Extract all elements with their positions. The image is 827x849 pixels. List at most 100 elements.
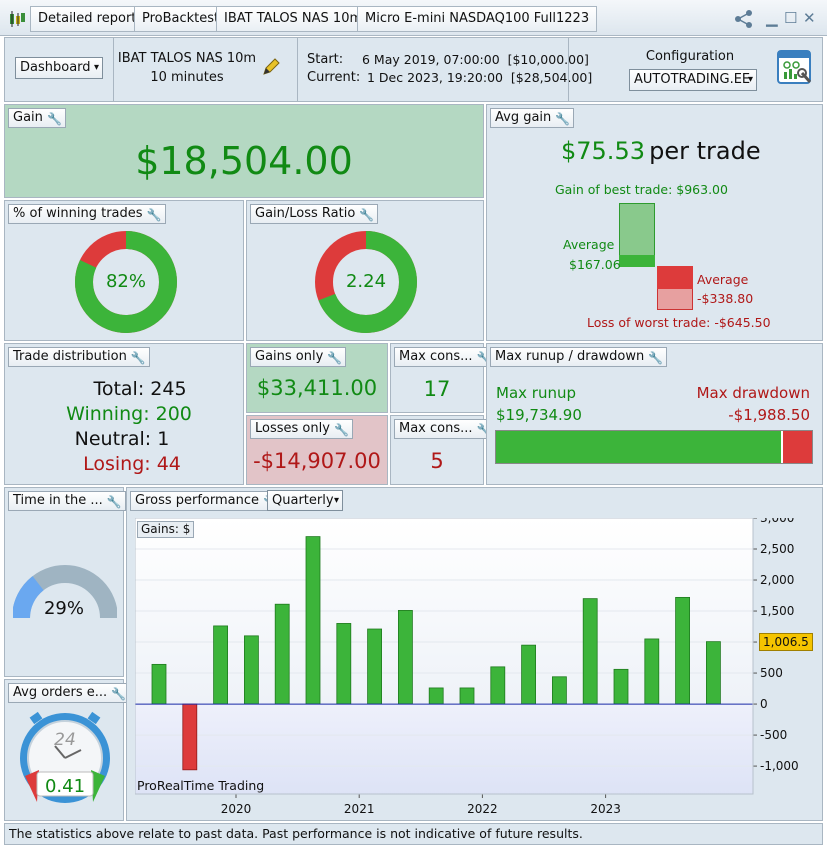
configuration-label: Configuration [645, 49, 735, 64]
max-drawdown-label: Max drawdown [696, 384, 810, 402]
gain-loss-ratio-panel: Gain/Loss Ratio 🔧 2.24 [246, 200, 484, 341]
max-cons-win-panel: Max cons... 🔧 17 [390, 343, 496, 413]
wrench-icon[interactable]: 🔧 [359, 206, 374, 224]
gains-only-title-label: Gains only [255, 349, 324, 364]
chart-bar-2022-q3 [551, 676, 567, 705]
chart-bar-2019-q2 [151, 663, 167, 705]
avg-orders-value: 0.41 [44, 776, 86, 797]
avg-gain-title[interactable]: Avg gain 🔧 [490, 108, 575, 128]
gain-loss-ratio-title[interactable]: Gain/Loss Ratio 🔧 [250, 204, 379, 224]
max-runup-label: Max runup [496, 384, 576, 402]
runup-drawdown-title[interactable]: Max runup / drawdown 🔧 [490, 347, 668, 367]
view-select[interactable]: Dashboard ▾ [15, 57, 103, 79]
trade-distribution-panel: Trade distribution 🔧 Total: 245 Winning: … [4, 343, 244, 485]
maximize-icon[interactable]: ☐ [784, 9, 797, 27]
gains-only-value: $33,411.00 [256, 376, 378, 400]
gross-performance-title[interactable]: Gross performance🔧 [130, 491, 283, 511]
trade-neutral: Neutral: 1 [74, 428, 170, 450]
winning-trades-title[interactable]: % of winning trades 🔧 [8, 204, 166, 224]
gain-title-label: Gain [13, 110, 43, 125]
wrench-icon[interactable]: 🔧 [107, 493, 122, 511]
gross-performance-panel: Gross performance🔧 Quarterly ▾ 3,000 2,50… [126, 487, 823, 821]
wrench-icon[interactable]: 🔧 [47, 110, 62, 128]
app-chart-icon [8, 10, 26, 28]
losses-only-title-label: Losses only [255, 421, 330, 436]
y-tick-label: 3,000 [760, 518, 794, 525]
avg-loss-label: Average [697, 272, 749, 287]
edit-pencil-icon[interactable] [261, 57, 281, 77]
chart-bar-2022-q4 [582, 598, 598, 705]
trade-distribution-title[interactable]: Trade distribution 🔧 [8, 347, 150, 367]
chart-bar-2020-q2 [274, 603, 290, 705]
configuration-select[interactable]: AUTOTRADING.EE ▾ [629, 69, 757, 91]
configuration-settings-icon[interactable] [776, 49, 814, 87]
chart-bar-2019-q4 [213, 625, 228, 705]
avg-win-label: Average [563, 237, 615, 252]
gains-axis-label: Gains: $ [137, 521, 195, 538]
tab-detailed-report[interactable]: Detailed report [30, 6, 145, 32]
dial-number: 24 [54, 730, 76, 750]
trade-losing: Losing: 44 [83, 453, 181, 475]
chart-bar-2021-q3 [428, 687, 444, 705]
max-cons-loss-title-label: Max cons... [399, 421, 473, 436]
chevron-down-icon: ▾ [747, 74, 753, 85]
x-tick-label: 2021 [344, 802, 375, 816]
avg-win-value: $167.06 [569, 257, 621, 272]
wrench-icon[interactable]: 🔧 [648, 349, 663, 367]
avg-win-bar [619, 255, 655, 267]
chart-bar-2023-q4 [706, 641, 721, 705]
gain-title[interactable]: Gain 🔧 [8, 108, 66, 128]
losses-only-title[interactable]: Losses only 🔧 [250, 419, 353, 439]
period-select-value: Quarterly [272, 493, 334, 508]
tab-probacktest[interactable]: ProBacktest [134, 6, 228, 32]
max-cons-win-title-label: Max cons... [399, 349, 473, 364]
wrench-icon[interactable]: 🔧 [131, 349, 146, 367]
chart-bar-2020-q3 [305, 536, 321, 705]
chart-bar-2022-q1 [490, 666, 506, 705]
chart-bar-2020-q1 [244, 635, 259, 705]
max-drawdown-value: -$1,988.50 [728, 406, 810, 424]
winning-trades-panel: % of winning trades 🔧 82% [4, 200, 244, 341]
max-cons-win-title[interactable]: Max cons... 🔧 [394, 347, 496, 367]
chart-bar-2022-q2 [521, 644, 537, 705]
avg-orders-title[interactable]: Avg orders e... 🔧 [8, 683, 131, 703]
start-value: 6 May 2019, 07:00:00 [$10,000.00] [362, 52, 589, 67]
period-select[interactable]: Quarterly ▾ [267, 490, 343, 511]
tab-system[interactable]: IBAT TALOS NAS 10m [216, 6, 371, 32]
watermark-text: ProRealTime Trading [137, 778, 265, 793]
runup-drawdown-bar [495, 430, 813, 464]
wrench-icon[interactable]: 🔧 [147, 206, 162, 224]
y-tick-label: 2,000 [760, 573, 794, 587]
runup-drawdown-panel: Max runup / drawdown 🔧 Max runup $19,734.… [486, 343, 823, 485]
configuration-select-value: AUTOTRADING.EE [634, 72, 751, 87]
x-tick-label: 2023 [590, 802, 621, 816]
avg-orders-panel: Avg orders e... 🔧 24 0.41 [4, 679, 131, 821]
max-cons-loss-title[interactable]: Max cons... 🔧 [394, 419, 496, 439]
gain-loss-ratio-title-label: Gain/Loss Ratio [255, 206, 356, 221]
wrench-icon[interactable]: 🔧 [334, 421, 349, 439]
wrench-icon[interactable]: 🔧 [111, 685, 126, 703]
divider [113, 38, 114, 101]
share-icon[interactable] [734, 10, 754, 28]
divider [568, 38, 569, 101]
best-trade-label: Gain of best trade: $963.00 [555, 182, 728, 197]
max-cons-win-value: 17 [423, 377, 451, 401]
wrench-icon[interactable]: 🔧 [555, 110, 570, 128]
minimize-icon[interactable]: ▁ [766, 9, 778, 27]
time-in-market-panel: Time in the ... 🔧 29% [4, 487, 126, 677]
time-in-market-title[interactable]: Time in the ... 🔧 [8, 491, 126, 511]
current-label: Current: [307, 70, 361, 85]
gains-only-title[interactable]: Gains only 🔧 [250, 347, 347, 367]
view-select-value: Dashboard [20, 60, 91, 75]
title-bar: Detailed report ProBacktest IBAT TALOS N… [0, 0, 827, 36]
chart-bar-2023-q2 [644, 638, 660, 705]
max-runup-value: $19,734.90 [496, 406, 582, 424]
wrench-icon[interactable]: 🔧 [327, 349, 342, 367]
y-tick-label: -1,000 [760, 759, 799, 773]
chevron-down-icon: ▾ [93, 62, 99, 73]
chart-bar-2021-q4 [459, 687, 475, 705]
gain-panel: Gain 🔧 $18,504.00 [4, 104, 484, 198]
y-tick-label: 2,500 [760, 542, 794, 556]
tab-instrument[interactable]: Micro E-mini NASDAQ100 Full1223 [357, 6, 598, 32]
close-icon[interactable]: ✕ [803, 9, 816, 27]
